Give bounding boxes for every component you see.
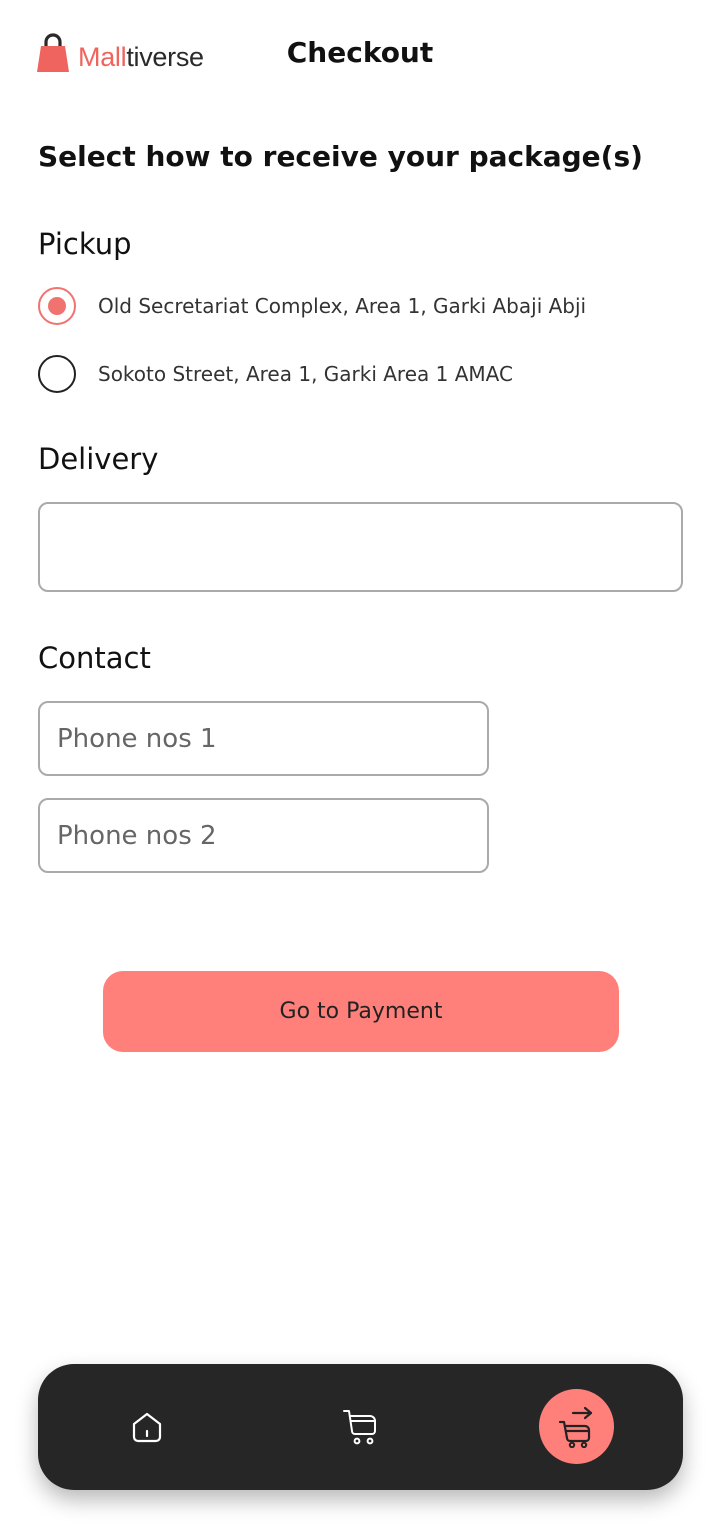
contact-heading: Contact (38, 641, 151, 675)
checkout-screen: Malltiverse Checkout Select how to recei… (0, 0, 720, 1527)
nav-home-button[interactable] (108, 1364, 186, 1490)
pickup-option-label: Old Secretariat Complex, Area 1, Garki A… (98, 294, 587, 318)
phone-number-2-input[interactable] (38, 798, 489, 873)
page-title: Checkout (286, 36, 434, 69)
pickup-option-label: Sokoto Street, Area 1, Garki Area 1 AMAC (98, 362, 513, 386)
receive-method-heading: Select how to receive your package(s) (38, 140, 643, 173)
radio-button-selected[interactable] (38, 287, 76, 325)
nav-cart-button[interactable] (323, 1364, 401, 1490)
cart-checkout-icon (558, 1406, 592, 1448)
nav-checkout-button[interactable] (539, 1389, 614, 1464)
go-to-payment-button[interactable]: Go to Payment (103, 971, 619, 1052)
home-icon (132, 1412, 162, 1443)
delivery-heading: Delivery (38, 442, 159, 476)
cart-icon (343, 1410, 376, 1445)
pickup-option-old-secretariat[interactable]: Old Secretariat Complex, Area 1, Garki A… (38, 287, 586, 325)
radio-selected-dot (48, 297, 66, 315)
pickup-option-sokoto-street[interactable]: Sokoto Street, Area 1, Garki Area 1 AMAC (38, 355, 513, 393)
radio-button[interactable] (38, 355, 76, 393)
phone-number-1-input[interactable] (38, 701, 489, 776)
delivery-address-input[interactable] (38, 502, 683, 592)
bottom-navigation-bar (38, 1364, 683, 1490)
pickup-heading: Pickup (38, 227, 132, 261)
